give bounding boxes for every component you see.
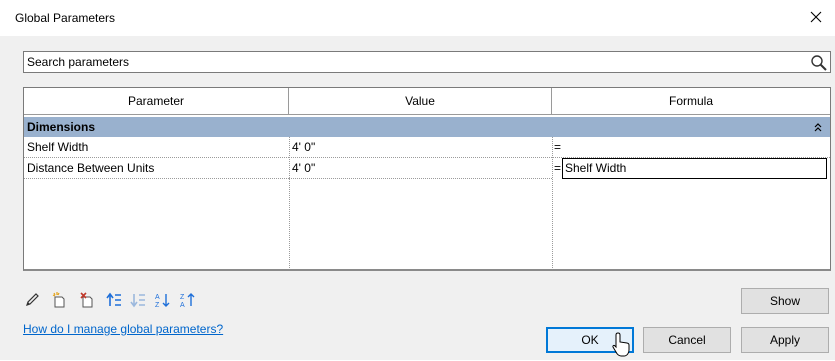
title-bar: Global Parameters — [0, 0, 835, 36]
svg-text:A: A — [155, 294, 160, 301]
parameter-cell[interactable]: Distance Between Units — [24, 158, 289, 179]
svg-text:Z: Z — [180, 294, 185, 301]
delete-parameter-icon[interactable] — [78, 291, 96, 309]
value-cell[interactable]: 4' 0" — [289, 158, 552, 179]
formula-cell[interactable]: = Shelf Width — [552, 158, 830, 179]
formula-equals: = — [554, 140, 562, 154]
edit-pencil-icon[interactable] — [23, 291, 41, 309]
svg-text:Z: Z — [155, 302, 160, 308]
search-box[interactable] — [23, 51, 831, 73]
new-parameter-icon[interactable] — [50, 291, 68, 309]
svg-text:A: A — [180, 302, 185, 308]
column-divider — [289, 137, 290, 269]
move-up-icon[interactable] — [105, 291, 123, 309]
table-row[interactable]: Shelf Width 4' 0" = — [24, 137, 830, 158]
show-button[interactable]: Show — [741, 288, 829, 314]
column-header-parameter[interactable]: Parameter — [24, 88, 289, 114]
parameter-cell[interactable]: Shelf Width — [24, 137, 289, 158]
mouse-pointer-icon — [612, 332, 630, 358]
table-row[interactable]: Distance Between Units 4' 0" = Shelf Wid… — [24, 158, 830, 179]
help-link[interactable]: How do I manage global parameters? — [23, 322, 223, 336]
parameters-table: Parameter Value Formula Dimensions Shelf… — [23, 87, 831, 271]
apply-button[interactable]: Apply — [741, 327, 829, 353]
collapse-icon[interactable] — [812, 121, 824, 133]
move-down-icon[interactable] — [129, 291, 147, 309]
column-divider — [552, 137, 553, 269]
group-header-dimensions[interactable]: Dimensions — [24, 117, 830, 137]
formula-equals: = — [554, 161, 562, 175]
close-icon[interactable] — [803, 4, 829, 30]
window-title: Global Parameters — [15, 11, 116, 25]
search-icon[interactable] — [810, 54, 828, 72]
sort-ascending-icon[interactable]: AZ — [153, 291, 171, 309]
group-label: Dimensions — [27, 120, 96, 134]
value-cell[interactable]: 4' 0" — [289, 137, 552, 158]
table-header: Parameter Value Formula — [24, 88, 830, 115]
search-input[interactable] — [27, 52, 797, 72]
column-header-value[interactable]: Value — [289, 88, 552, 114]
sort-descending-icon[interactable]: ZA — [178, 291, 196, 309]
cancel-button[interactable]: Cancel — [643, 327, 731, 353]
formula-edit-field[interactable]: Shelf Width — [562, 158, 827, 179]
formula-cell[interactable]: = — [552, 137, 830, 158]
column-header-formula[interactable]: Formula — [552, 88, 830, 114]
